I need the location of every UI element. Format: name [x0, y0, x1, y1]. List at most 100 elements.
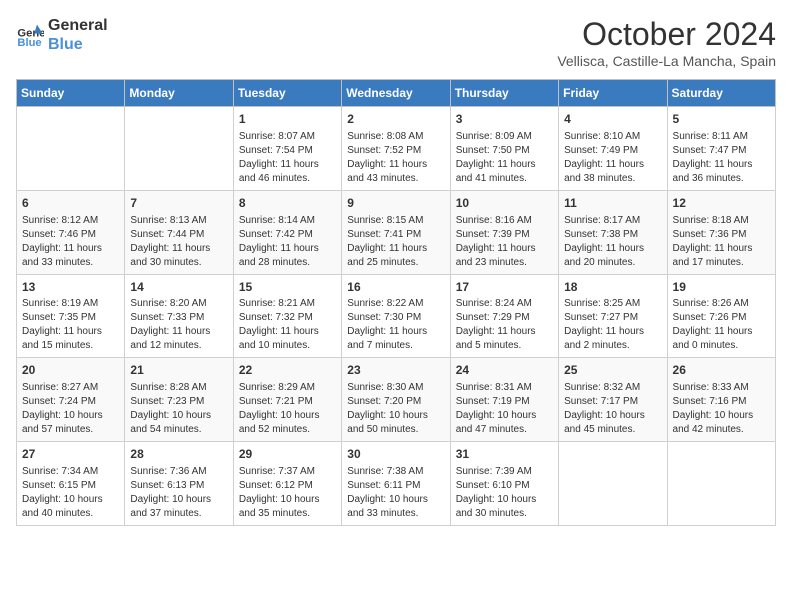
- day-info: Sunrise: 8:27 AMSunset: 7:24 PMDaylight:…: [22, 381, 119, 437]
- calendar-day-cell: 15Sunrise: 8:21 AMSunset: 7:32 PMDayligh…: [233, 274, 341, 358]
- calendar-day-cell: 10 Sunrise: 8:16 AMSunset: 7:39 PMDayligh…: [450, 190, 558, 274]
- calendar-day-cell: [17, 107, 125, 191]
- calendar-day-cell: 30 Sunrise: 7:38 AMSunset: 6:11 PMDayligh…: [342, 442, 450, 526]
- day-number: 29: [239, 446, 336, 463]
- calendar-day-cell: 2 Sunrise: 8:08 AMSunset: 7:52 PMDaylight…: [342, 107, 450, 191]
- day-info: Sunrise: 8:11 AMSunset: 7:47 PMDaylight:…: [673, 130, 770, 186]
- calendar-day-cell: 11Sunrise: 8:17 AMSunset: 7:38 PMDayligh…: [559, 190, 667, 274]
- calendar-day-cell: 27 Sunrise: 7:34 AMSunset: 6:15 PMDayligh…: [17, 442, 125, 526]
- day-info: Sunrise: 7:36 AMSunset: 6:13 PMDaylight:…: [130, 465, 227, 521]
- calendar-day-cell: 5 Sunrise: 8:11 AMSunset: 7:47 PMDaylight…: [667, 107, 775, 191]
- calendar-day-cell: 8 Sunrise: 8:14 AMSunset: 7:42 PMDaylight…: [233, 190, 341, 274]
- calendar-table: SundayMondayTuesdayWednesdayThursdayFrid…: [16, 79, 776, 526]
- day-info: Sunrise: 8:18 AMSunset: 7:36 PMDaylight:…: [673, 214, 770, 270]
- day-info: Sunrise: 8:19 AMSunset: 7:35 PMDaylight:…: [22, 297, 119, 353]
- day-info: Sunrise: 8:16 AMSunset: 7:39 PMDaylight:…: [456, 214, 553, 270]
- day-number: 1: [239, 111, 336, 128]
- calendar-day-cell: 28 Sunrise: 7:36 AMSunset: 6:13 PMDayligh…: [125, 442, 233, 526]
- calendar-day-cell: 22 Sunrise: 8:29 AMSunset: 7:21 PMDayligh…: [233, 358, 341, 442]
- day-info: Sunrise: 7:34 AMSunset: 6:15 PMDaylight:…: [22, 465, 119, 521]
- logo-text-blue: Blue: [48, 35, 108, 54]
- day-number: 22: [239, 362, 336, 379]
- day-number: 23: [347, 362, 444, 379]
- day-info: Sunrise: 8:29 AMSunset: 7:21 PMDaylight:…: [239, 381, 336, 437]
- column-header-monday: Monday: [125, 80, 233, 107]
- day-info: Sunrise: 7:39 AMSunset: 6:10 PMDaylight:…: [456, 465, 553, 521]
- day-number: 15: [239, 279, 336, 296]
- title-block: October 2024 Vellisca, Castille-La Manch…: [557, 16, 776, 69]
- calendar-day-cell: 18Sunrise: 8:25 AMSunset: 7:27 PMDayligh…: [559, 274, 667, 358]
- day-number: 16: [347, 279, 444, 296]
- calendar-week-row: 6 Sunrise: 8:12 AMSunset: 7:46 PMDaylight…: [17, 190, 776, 274]
- day-number: 14: [130, 279, 227, 296]
- logo-text-general: General: [48, 16, 108, 35]
- calendar-day-cell: 23Sunrise: 8:30 AMSunset: 7:20 PMDayligh…: [342, 358, 450, 442]
- day-info: Sunrise: 7:37 AMSunset: 6:12 PMDaylight:…: [239, 465, 336, 521]
- day-info: Sunrise: 8:08 AMSunset: 7:52 PMDaylight:…: [347, 130, 444, 186]
- calendar-day-cell: 4Sunrise: 8:10 AMSunset: 7:49 PMDaylight…: [559, 107, 667, 191]
- day-number: 27: [22, 446, 119, 463]
- calendar-day-cell: 24Sunrise: 8:31 AMSunset: 7:19 PMDayligh…: [450, 358, 558, 442]
- day-number: 24: [456, 362, 553, 379]
- day-number: 20: [22, 362, 119, 379]
- calendar-day-cell: 16Sunrise: 8:22 AMSunset: 7:30 PMDayligh…: [342, 274, 450, 358]
- day-number: 21: [130, 362, 227, 379]
- day-info: Sunrise: 8:15 AMSunset: 7:41 PMDaylight:…: [347, 214, 444, 270]
- logo-icon: General Blue: [16, 21, 44, 49]
- day-info: Sunrise: 8:14 AMSunset: 7:42 PMDaylight:…: [239, 214, 336, 270]
- day-number: 17: [456, 279, 553, 296]
- calendar-day-cell: 3 Sunrise: 8:09 AMSunset: 7:50 PMDaylight…: [450, 107, 558, 191]
- location-subtitle: Vellisca, Castille-La Mancha, Spain: [557, 53, 776, 69]
- day-number: 19: [673, 279, 770, 296]
- logo: General Blue General Blue: [16, 16, 108, 54]
- calendar-week-row: 13Sunrise: 8:19 AMSunset: 7:35 PMDayligh…: [17, 274, 776, 358]
- calendar-day-cell: 9Sunrise: 8:15 AMSunset: 7:41 PMDaylight…: [342, 190, 450, 274]
- day-info: Sunrise: 8:10 AMSunset: 7:49 PMDaylight:…: [564, 130, 661, 186]
- calendar-header-row: SundayMondayTuesdayWednesdayThursdayFrid…: [17, 80, 776, 107]
- calendar-day-cell: 13Sunrise: 8:19 AMSunset: 7:35 PMDayligh…: [17, 274, 125, 358]
- day-number: 7: [130, 195, 227, 212]
- day-info: Sunrise: 7:38 AMSunset: 6:11 PMDaylight:…: [347, 465, 444, 521]
- day-number: 8: [239, 195, 336, 212]
- day-info: Sunrise: 8:28 AMSunset: 7:23 PMDaylight:…: [130, 381, 227, 437]
- calendar-day-cell: 20 Sunrise: 8:27 AMSunset: 7:24 PMDayligh…: [17, 358, 125, 442]
- day-info: Sunrise: 8:12 AMSunset: 7:46 PMDaylight:…: [22, 214, 119, 270]
- day-number: 31: [456, 446, 553, 463]
- calendar-day-cell: 19Sunrise: 8:26 AMSunset: 7:26 PMDayligh…: [667, 274, 775, 358]
- day-number: 30: [347, 446, 444, 463]
- day-number: 5: [673, 111, 770, 128]
- day-number: 10: [456, 195, 553, 212]
- calendar-day-cell: 17Sunrise: 8:24 AMSunset: 7:29 PMDayligh…: [450, 274, 558, 358]
- day-number: 13: [22, 279, 119, 296]
- calendar-day-cell: 26Sunrise: 8:33 AMSunset: 7:16 PMDayligh…: [667, 358, 775, 442]
- calendar-day-cell: 25Sunrise: 8:32 AMSunset: 7:17 PMDayligh…: [559, 358, 667, 442]
- calendar-day-cell: 6 Sunrise: 8:12 AMSunset: 7:46 PMDaylight…: [17, 190, 125, 274]
- day-info: Sunrise: 8:32 AMSunset: 7:17 PMDaylight:…: [564, 381, 661, 437]
- calendar-week-row: 1Sunrise: 8:07 AMSunset: 7:54 PMDaylight…: [17, 107, 776, 191]
- calendar-week-row: 20 Sunrise: 8:27 AMSunset: 7:24 PMDayligh…: [17, 358, 776, 442]
- day-number: 6: [22, 195, 119, 212]
- column-header-saturday: Saturday: [667, 80, 775, 107]
- page-header: General Blue General Blue October 2024 V…: [16, 16, 776, 69]
- column-header-friday: Friday: [559, 80, 667, 107]
- calendar-day-cell: 1Sunrise: 8:07 AMSunset: 7:54 PMDaylight…: [233, 107, 341, 191]
- day-info: Sunrise: 8:20 AMSunset: 7:33 PMDaylight:…: [130, 297, 227, 353]
- day-number: 3: [456, 111, 553, 128]
- day-info: Sunrise: 8:22 AMSunset: 7:30 PMDaylight:…: [347, 297, 444, 353]
- column-header-thursday: Thursday: [450, 80, 558, 107]
- calendar-day-cell: 31 Sunrise: 7:39 AMSunset: 6:10 PMDayligh…: [450, 442, 558, 526]
- calendar-day-cell: [125, 107, 233, 191]
- day-number: 2: [347, 111, 444, 128]
- column-header-wednesday: Wednesday: [342, 80, 450, 107]
- column-header-tuesday: Tuesday: [233, 80, 341, 107]
- calendar-day-cell: [667, 442, 775, 526]
- calendar-day-cell: 12Sunrise: 8:18 AMSunset: 7:36 PMDayligh…: [667, 190, 775, 274]
- day-info: Sunrise: 8:09 AMSunset: 7:50 PMDaylight:…: [456, 130, 553, 186]
- day-info: Sunrise: 8:24 AMSunset: 7:29 PMDaylight:…: [456, 297, 553, 353]
- calendar-day-cell: 21 Sunrise: 8:28 AMSunset: 7:23 PMDayligh…: [125, 358, 233, 442]
- calendar-day-cell: 29 Sunrise: 7:37 AMSunset: 6:12 PMDayligh…: [233, 442, 341, 526]
- day-number: 26: [673, 362, 770, 379]
- day-info: Sunrise: 8:21 AMSunset: 7:32 PMDaylight:…: [239, 297, 336, 353]
- day-number: 28: [130, 446, 227, 463]
- calendar-day-cell: [559, 442, 667, 526]
